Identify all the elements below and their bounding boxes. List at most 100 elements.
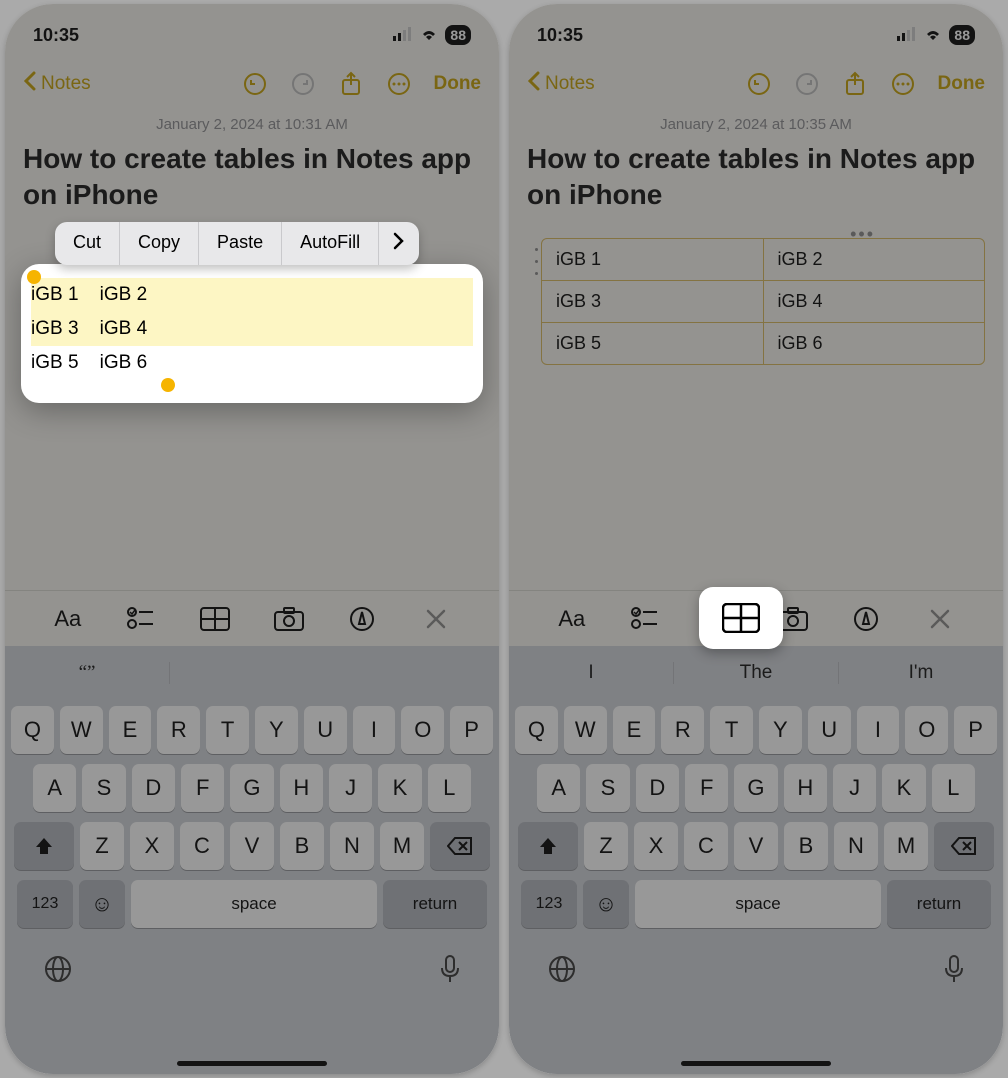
selection-handle-start[interactable]: [27, 270, 41, 284]
selection-handle-end[interactable]: [161, 378, 175, 392]
share-icon[interactable]: [842, 71, 868, 97]
key-g[interactable]: G: [230, 764, 273, 812]
key-a[interactable]: A: [33, 764, 76, 812]
key-s[interactable]: S: [586, 764, 629, 812]
key-h[interactable]: H: [784, 764, 827, 812]
key-emoji[interactable]: ☺: [79, 880, 125, 928]
key-d[interactable]: D: [636, 764, 679, 812]
context-autofill[interactable]: AutoFill: [282, 222, 379, 265]
sugg-3[interactable]: I'm: [839, 662, 1003, 684]
text-row[interactable]: iGB 3 iGB 4: [31, 312, 473, 346]
key-q[interactable]: Q: [11, 706, 54, 754]
context-cut[interactable]: Cut: [55, 222, 120, 265]
share-icon[interactable]: [338, 71, 364, 97]
key-u[interactable]: U: [808, 706, 851, 754]
key-c[interactable]: C: [684, 822, 728, 870]
note-title[interactable]: How to create tables in Notes app on iPh…: [23, 141, 481, 214]
key-space[interactable]: space: [635, 880, 881, 928]
sugg-1[interactable]: I: [509, 662, 674, 684]
table-button-highlight[interactable]: [699, 587, 783, 649]
table-icon[interactable]: [197, 601, 233, 637]
key-u[interactable]: U: [304, 706, 347, 754]
key-r[interactable]: R: [157, 706, 200, 754]
key-emoji[interactable]: ☺: [583, 880, 629, 928]
table-cell[interactable]: iGB 3: [542, 281, 764, 323]
keyboard[interactable]: I The I'm Q W E R T Y U I O P A S D F: [509, 646, 1003, 1074]
key-a[interactable]: A: [537, 764, 580, 812]
markup-icon[interactable]: [848, 601, 884, 637]
table-cell[interactable]: iGB 4: [764, 281, 985, 323]
done-button[interactable]: Done: [434, 73, 482, 95]
key-space[interactable]: space: [131, 880, 377, 928]
key-shift[interactable]: [14, 822, 74, 870]
key-z[interactable]: Z: [80, 822, 124, 870]
table-row[interactable]: iGB 1 iGB 2: [542, 239, 984, 281]
key-l[interactable]: L: [428, 764, 471, 812]
key-c[interactable]: C: [180, 822, 224, 870]
key-x[interactable]: X: [130, 822, 174, 870]
key-b[interactable]: B: [280, 822, 324, 870]
table-row[interactable]: iGB 3 iGB 4: [542, 281, 984, 323]
key-i[interactable]: I: [353, 706, 396, 754]
text-row[interactable]: iGB 1 iGB 2: [31, 278, 473, 312]
key-return[interactable]: return: [887, 880, 991, 928]
key-z[interactable]: Z: [584, 822, 628, 870]
more-icon[interactable]: [386, 71, 412, 97]
table-column-handle[interactable]: •••: [850, 224, 875, 245]
key-n[interactable]: N: [330, 822, 374, 870]
key-i[interactable]: I: [857, 706, 900, 754]
redo-icon[interactable]: [290, 71, 316, 97]
table-cell[interactable]: iGB 6: [764, 323, 985, 364]
key-q[interactable]: Q: [515, 706, 558, 754]
key-s[interactable]: S: [82, 764, 125, 812]
done-button[interactable]: Done: [938, 73, 986, 95]
globe-icon[interactable]: [43, 954, 73, 989]
key-f[interactable]: F: [181, 764, 224, 812]
mic-icon[interactable]: [943, 954, 965, 989]
checklist-icon[interactable]: [627, 601, 663, 637]
table-cell[interactable]: iGB 5: [542, 323, 764, 364]
key-p[interactable]: P: [954, 706, 997, 754]
back-button[interactable]: Notes: [23, 71, 91, 97]
context-more-icon[interactable]: [379, 222, 419, 265]
undo-icon[interactable]: [746, 71, 772, 97]
key-h[interactable]: H: [280, 764, 323, 812]
key-o[interactable]: O: [401, 706, 444, 754]
note-title[interactable]: How to create tables in Notes app on iPh…: [527, 141, 985, 214]
key-g[interactable]: G: [734, 764, 777, 812]
key-y[interactable]: Y: [255, 706, 298, 754]
close-icon[interactable]: [922, 601, 958, 637]
key-v[interactable]: V: [734, 822, 778, 870]
home-indicator[interactable]: [681, 1061, 831, 1066]
table-row[interactable]: iGB 5 iGB 6: [542, 323, 984, 364]
key-shift[interactable]: [518, 822, 578, 870]
context-copy[interactable]: Copy: [120, 222, 199, 265]
key-m[interactable]: M: [380, 822, 424, 870]
keyboard[interactable]: “” Q W E R T Y U I O P A S D F G: [5, 646, 499, 1074]
close-icon[interactable]: [418, 601, 454, 637]
key-123[interactable]: 123: [521, 880, 577, 928]
key-y[interactable]: Y: [759, 706, 802, 754]
back-button[interactable]: Notes: [527, 71, 595, 97]
key-backspace[interactable]: [934, 822, 994, 870]
key-o[interactable]: O: [905, 706, 948, 754]
key-v[interactable]: V: [230, 822, 274, 870]
markup-icon[interactable]: [344, 601, 380, 637]
key-l[interactable]: L: [932, 764, 975, 812]
sugg-1[interactable]: “”: [5, 662, 170, 684]
key-j[interactable]: J: [833, 764, 876, 812]
context-paste[interactable]: Paste: [199, 222, 282, 265]
home-indicator[interactable]: [177, 1061, 327, 1066]
key-n[interactable]: N: [834, 822, 878, 870]
redo-icon[interactable]: [794, 71, 820, 97]
checklist-icon[interactable]: [123, 601, 159, 637]
text-style-icon[interactable]: Aa: [554, 601, 590, 637]
sugg-2[interactable]: The: [674, 662, 839, 684]
key-e[interactable]: E: [613, 706, 656, 754]
camera-icon[interactable]: [271, 601, 307, 637]
text-row[interactable]: iGB 5 iGB 6: [31, 346, 473, 380]
key-e[interactable]: E: [109, 706, 152, 754]
key-k[interactable]: K: [882, 764, 925, 812]
key-t[interactable]: T: [206, 706, 249, 754]
undo-icon[interactable]: [242, 71, 268, 97]
